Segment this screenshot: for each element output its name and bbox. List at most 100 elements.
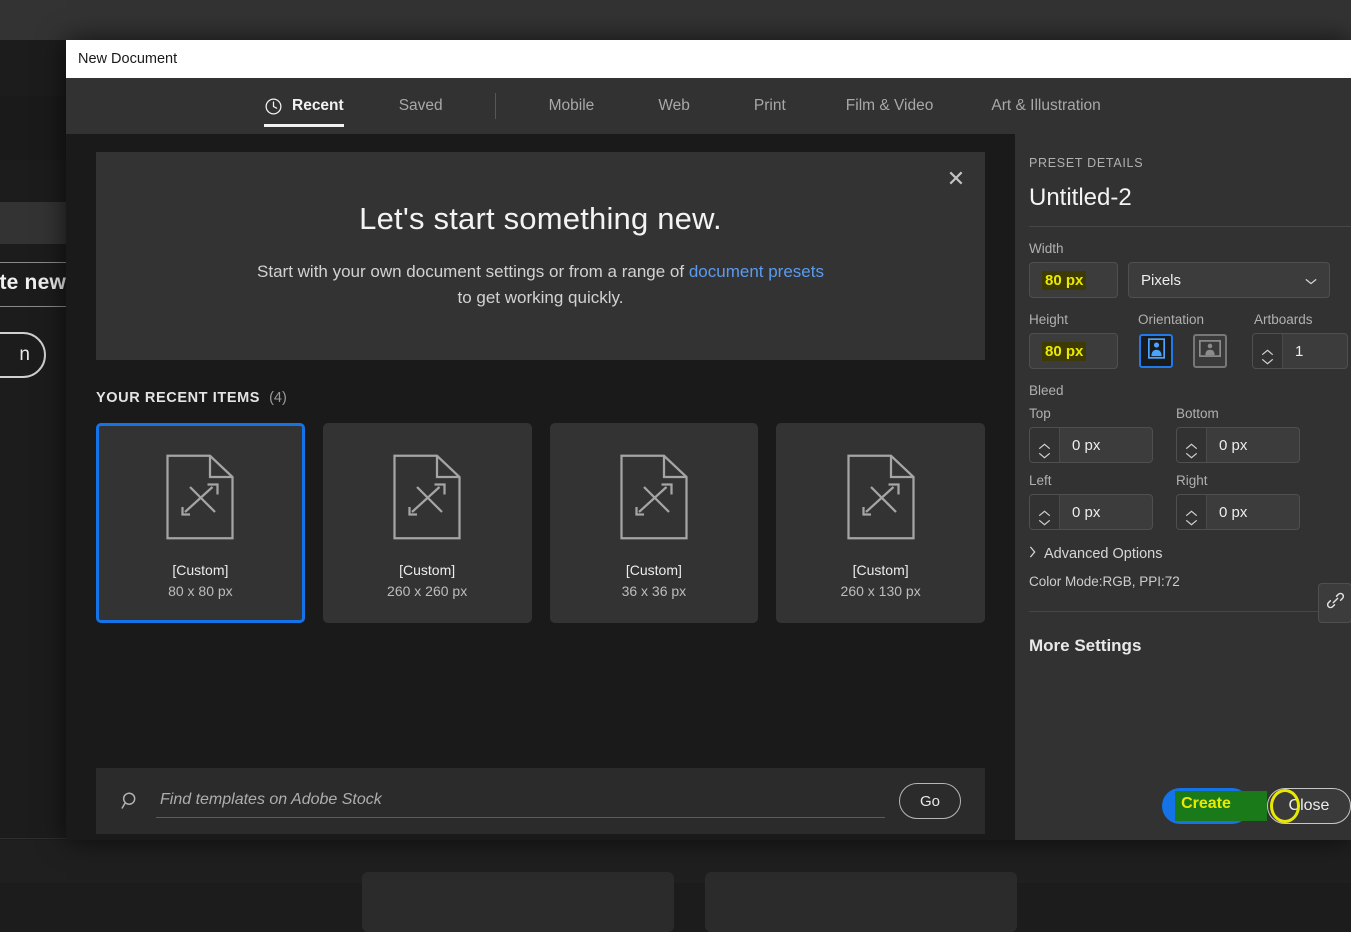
orientation-landscape-button[interactable] xyxy=(1193,334,1227,368)
chevron-down-icon[interactable] xyxy=(1038,446,1051,453)
recent-item-size: 260 x 130 px xyxy=(841,583,921,599)
artboards-value[interactable]: 1 xyxy=(1283,334,1347,368)
artboards-stepper[interactable]: 1 xyxy=(1252,333,1348,369)
recent-item-card-3[interactable]: [Custom] 36 x 36 px xyxy=(550,423,759,623)
recent-items-count: (4) xyxy=(269,390,287,406)
tab-print[interactable]: Print xyxy=(754,78,786,134)
hero-subtitle-part-1: Start with your own document settings or… xyxy=(257,262,689,281)
chevron-up-icon[interactable] xyxy=(1185,504,1198,511)
recent-item-name: [Custom] xyxy=(172,562,228,578)
background-recent-card-2[interactable] xyxy=(705,872,1017,932)
dialog-content-area: ✕ Let's start something new. Start with … xyxy=(66,134,1015,840)
bleed-left-label: Left xyxy=(1029,473,1166,488)
background-create-new-heading: te new xyxy=(0,271,66,295)
bleed-bottom-label: Bottom xyxy=(1176,406,1219,421)
height-orientation-controls: 80 px xyxy=(1029,333,1351,369)
tab-art-and-illustration-label: Art & Illustration xyxy=(991,97,1100,115)
recent-item-size: 36 x 36 px xyxy=(622,583,687,599)
chevron-up-icon[interactable] xyxy=(1261,343,1274,350)
hero-subtitle-part-2: to get working quickly. xyxy=(458,288,624,307)
dialog-titlebar: New Document xyxy=(66,40,1351,78)
color-mode-info: Color Mode:RGB, PPI:72 xyxy=(1029,574,1351,589)
search-icon xyxy=(120,790,142,812)
search-input[interactable] xyxy=(156,785,885,818)
close-icon[interactable]: ✕ xyxy=(943,166,969,192)
chevron-up-icon[interactable] xyxy=(1038,437,1051,444)
custom-document-icon xyxy=(616,452,692,542)
recent-items-grid: [Custom] 80 x 80 px [Cu xyxy=(96,423,985,623)
width-section: Width 80 px Pixels xyxy=(1029,227,1351,298)
background-bottom-strip xyxy=(0,840,1351,883)
bleed-top-stepper[interactable]: 0 px xyxy=(1029,427,1153,463)
more-settings-divider xyxy=(1029,611,1351,612)
dialog-body: ✕ Let's start something new. Start with … xyxy=(66,134,1351,840)
chevron-down-icon[interactable] xyxy=(1185,513,1198,520)
tab-art-and-illustration[interactable]: Art & Illustration xyxy=(991,78,1100,134)
chevron-down-icon[interactable] xyxy=(1185,446,1198,453)
landscape-orientation-icon xyxy=(1199,340,1221,362)
width-label: Width xyxy=(1029,241,1351,256)
artboards-stepper-arrows[interactable] xyxy=(1253,334,1283,368)
chevron-down-icon[interactable] xyxy=(1261,352,1274,359)
tab-recent[interactable]: Recent xyxy=(264,78,344,134)
bleed-right-value[interactable]: 0 px xyxy=(1207,495,1299,529)
bleed-right-stepper[interactable]: 0 px xyxy=(1176,494,1300,530)
advanced-options-toggle[interactable]: Advanced Options xyxy=(1029,546,1351,562)
tab-web-label: Web xyxy=(658,97,690,115)
artboards-label: Artboards xyxy=(1254,312,1313,327)
dialog-action-buttons: Create Close xyxy=(1162,788,1351,824)
bleed-bottom-stepper[interactable]: 0 px xyxy=(1176,427,1300,463)
bleed-top-bottom-controls: 0 px 0 px xyxy=(1029,427,1351,463)
link-icon xyxy=(1326,591,1345,615)
height-orientation-artboards-section: Height Orientation Artboards 80 px xyxy=(1029,298,1351,369)
preset-name-field[interactable]: Untitled-2 xyxy=(1029,184,1351,212)
bleed-bottom-value[interactable]: 0 px xyxy=(1207,428,1299,462)
height-value: 80 px xyxy=(1042,342,1086,361)
more-settings-button[interactable]: More Settings xyxy=(1029,636,1351,656)
background-panel-upper xyxy=(0,96,66,160)
recent-item-card-1[interactable]: [Custom] 80 x 80 px xyxy=(96,423,305,623)
create-button-label: Create xyxy=(1162,795,1250,813)
clock-icon xyxy=(264,97,283,116)
chevron-down-icon xyxy=(1305,272,1317,289)
chevron-up-icon[interactable] xyxy=(1185,437,1198,444)
create-button[interactable]: Create xyxy=(1162,788,1250,824)
chevron-right-icon xyxy=(1029,546,1036,562)
width-input[interactable]: 80 px xyxy=(1029,262,1118,298)
preset-details-section-label: PRESET DETAILS xyxy=(1029,156,1351,170)
bleed-bottom-stepper-arrows[interactable] xyxy=(1177,428,1207,462)
bleed-left-stepper-arrows[interactable] xyxy=(1030,495,1060,529)
tab-film-and-video[interactable]: Film & Video xyxy=(846,78,934,134)
advanced-options-label: Advanced Options xyxy=(1044,546,1163,562)
background-recent-card-1[interactable] xyxy=(362,872,674,932)
bleed-right-stepper-arrows[interactable] xyxy=(1177,495,1207,529)
recent-item-card-4[interactable]: [Custom] 260 x 130 px xyxy=(776,423,985,623)
bleed-top-value[interactable]: 0 px xyxy=(1060,428,1152,462)
chevron-up-icon[interactable] xyxy=(1038,504,1051,511)
bleed-section: Bleed Top Bottom xyxy=(1029,369,1351,530)
recent-item-name: [Custom] xyxy=(853,562,909,578)
recent-item-name: [Custom] xyxy=(399,562,455,578)
tabbar-separator xyxy=(495,93,496,119)
recent-item-size: 80 x 80 px xyxy=(168,583,233,599)
units-select[interactable]: Pixels xyxy=(1128,262,1330,298)
bleed-left-value[interactable]: 0 px xyxy=(1060,495,1152,529)
height-input[interactable]: 80 px xyxy=(1029,333,1118,369)
orientation-portrait-button[interactable] xyxy=(1139,334,1173,368)
tab-saved[interactable]: Saved xyxy=(399,78,443,134)
tab-mobile[interactable]: Mobile xyxy=(549,78,595,134)
document-presets-link[interactable]: document presets xyxy=(689,262,824,281)
recent-items-header: YOUR RECENT ITEMS (4) xyxy=(96,390,985,406)
tab-film-and-video-label: Film & Video xyxy=(846,97,934,115)
recent-item-card-2[interactable]: [Custom] 260 x 260 px xyxy=(323,423,532,623)
background-new-file-button[interactable]: n xyxy=(0,332,46,378)
search-go-button[interactable]: Go xyxy=(899,783,961,819)
preset-details-panel: PRESET DETAILS Untitled-2 Width 80 px Pi… xyxy=(1015,134,1351,840)
chevron-down-icon[interactable] xyxy=(1038,513,1051,520)
tab-web[interactable]: Web xyxy=(658,78,690,134)
recent-item-size: 260 x 260 px xyxy=(387,583,467,599)
bleed-left-stepper[interactable]: 0 px xyxy=(1029,494,1153,530)
bleed-top-stepper-arrows[interactable] xyxy=(1030,428,1060,462)
bleed-link-toggle-button[interactable] xyxy=(1318,583,1351,623)
hero-title: Let's start something new. xyxy=(359,201,722,237)
